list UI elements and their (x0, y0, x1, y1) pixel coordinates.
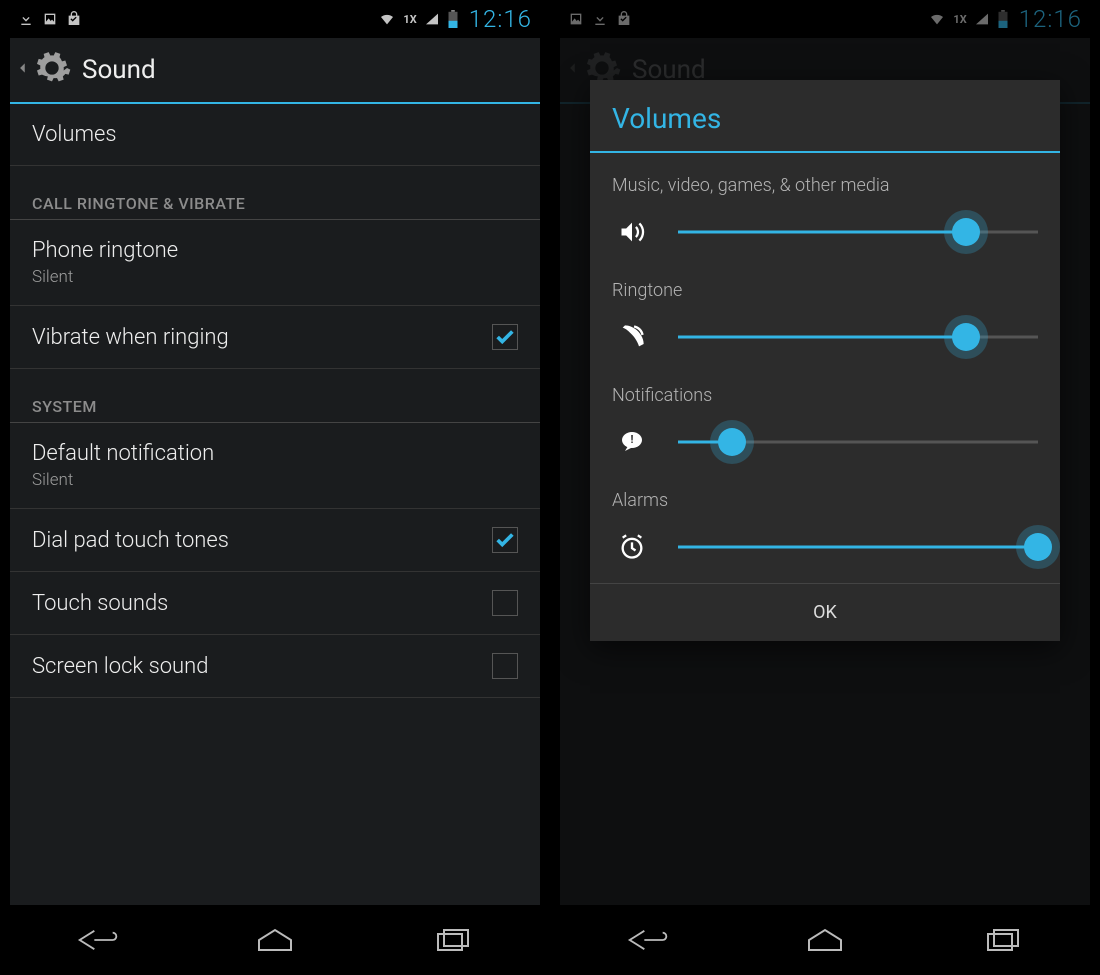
volume-row-ringtone: Ringtone (590, 268, 1060, 373)
touch-sounds-label: Touch sounds (32, 591, 492, 616)
phone-right: 1X 12:16 Sound (550, 0, 1100, 975)
phone-ringtone-label: Phone ringtone (32, 238, 518, 263)
dialog-accent-underline (590, 151, 1060, 153)
vibrate-label: Vibrate when ringing (32, 325, 492, 350)
volume-ringtone-label: Ringtone (612, 280, 1038, 301)
default-notification-value: Silent (32, 470, 518, 490)
phone-ringtone-value: Silent (32, 267, 518, 287)
volume-alarms-label: Alarms (612, 490, 1038, 511)
svg-text:!: ! (631, 433, 634, 446)
screen-left: 1X 12:16 Sound (10, 0, 540, 975)
volume-row-alarms: Alarms (590, 478, 1060, 583)
volumes-dialog: Volumes Music, video, games, & other med… (590, 80, 1060, 641)
clock-label: 12:16 (469, 5, 532, 33)
row-phone-ringtone[interactable]: Phone ringtone Silent (10, 220, 540, 306)
settings-list: Volumes CALL RINGTONE & VIBRATE Phone ri… (10, 104, 540, 698)
screen-lock-checkbox[interactable] (492, 653, 518, 679)
back-chevron-icon[interactable] (16, 56, 30, 84)
row-screen-lock[interactable]: Screen lock sound (10, 635, 540, 698)
page-title: Sound (82, 55, 156, 85)
bag-check-icon (66, 11, 82, 27)
nav-home-button[interactable] (215, 915, 335, 965)
nav-bar (10, 905, 540, 975)
row-dial-pad[interactable]: Dial pad touch tones (10, 509, 540, 572)
volume-media-label: Music, video, games, & other media (612, 175, 1038, 196)
dialog-title: Volumes (590, 80, 1060, 151)
volume-alarms-slider[interactable] (678, 533, 1038, 561)
volume-row-notifications: Notifications ! (590, 373, 1060, 478)
status-bar: 1X 12:16 (10, 0, 540, 38)
volume-notifications-slider[interactable] (678, 428, 1038, 456)
speaker-icon (612, 218, 652, 246)
nav-bar (560, 905, 1090, 975)
volumes-label: Volumes (32, 122, 518, 147)
volume-notifications-label: Notifications (612, 385, 1038, 406)
signal-icon (423, 11, 441, 27)
volume-ringtone-slider[interactable] (678, 323, 1038, 351)
section-system: SYSTEM (10, 369, 540, 423)
settings-gear-icon (32, 48, 72, 92)
row-touch-sounds[interactable]: Touch sounds (10, 572, 540, 635)
screen-lock-label: Screen lock sound (32, 654, 492, 679)
dialog-ok-button[interactable]: OK (590, 584, 1060, 641)
phone-left: 1X 12:16 Sound (0, 0, 550, 975)
nav-back-button[interactable] (588, 915, 708, 965)
nav-recent-button[interactable] (942, 915, 1062, 965)
touch-sounds-checkbox[interactable] (492, 590, 518, 616)
section-call-ringtone: CALL RINGTONE & VIBRATE (10, 166, 540, 220)
nav-recent-button[interactable] (392, 915, 512, 965)
row-volumes[interactable]: Volumes (10, 104, 540, 166)
default-notification-label: Default notification (32, 441, 518, 466)
screen-right: 1X 12:16 Sound (560, 0, 1090, 975)
dialog-footer: OK (590, 583, 1060, 641)
dial-pad-checkbox[interactable] (492, 527, 518, 553)
nav-back-button[interactable] (38, 915, 158, 965)
dialog-backdrop[interactable]: Volumes Music, video, games, & other med… (560, 0, 1090, 975)
nav-home-button[interactable] (765, 915, 885, 965)
wifi-icon (377, 11, 397, 27)
download-icon (18, 11, 34, 27)
alarm-clock-icon (612, 533, 652, 561)
volume-media-slider[interactable] (678, 218, 1038, 246)
network-type-label: 1X (403, 13, 416, 26)
image-icon (42, 11, 58, 27)
vibrate-checkbox[interactable] (492, 324, 518, 350)
dial-pad-label: Dial pad touch tones (32, 528, 492, 553)
notification-bubble-icon: ! (612, 430, 652, 454)
action-bar[interactable]: Sound (10, 38, 540, 102)
battery-icon (447, 10, 459, 28)
row-vibrate[interactable]: Vibrate when ringing (10, 306, 540, 369)
volume-row-media: Music, video, games, & other media (590, 163, 1060, 268)
phone-ring-icon (612, 323, 652, 351)
row-default-notification[interactable]: Default notification Silent (10, 423, 540, 509)
